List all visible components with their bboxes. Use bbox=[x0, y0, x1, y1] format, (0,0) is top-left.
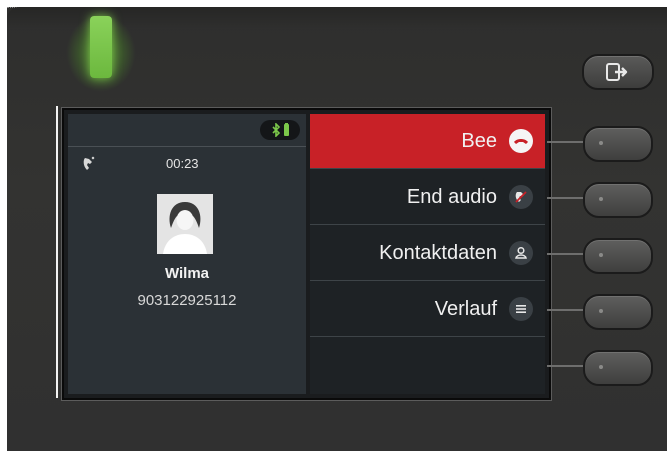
softkey-4[interactable] bbox=[583, 294, 653, 330]
caller-number: 903122925112 bbox=[137, 292, 237, 309]
bluetooth-icon bbox=[271, 123, 280, 137]
menu-item-bee[interactable]: Bee bbox=[310, 114, 545, 169]
menu-item-empty[interactable] bbox=[310, 338, 545, 393]
caller-name: Wilma bbox=[164, 265, 210, 282]
menu-item-label: Bee bbox=[461, 129, 497, 152]
softkey-dot bbox=[599, 141, 603, 145]
menu-item-label: Verlauf bbox=[434, 297, 497, 320]
softkey-2[interactable] bbox=[583, 182, 653, 218]
phone-display: 00:23 Wilma 903122925112 Bee End audio K… bbox=[62, 108, 551, 400]
battery-icon bbox=[283, 123, 289, 136]
softkey-5[interactable] bbox=[583, 350, 653, 386]
softkey-dot bbox=[599, 365, 603, 369]
status-bar bbox=[68, 114, 306, 147]
softkey-dot bbox=[599, 253, 603, 257]
softkey-connector bbox=[547, 141, 583, 143]
softkey-connector bbox=[547, 253, 583, 255]
end-audio-icon bbox=[509, 185, 533, 209]
softkey-dot bbox=[599, 197, 603, 201]
menu-item-verlauf[interactable]: Verlauf bbox=[310, 282, 545, 337]
softkey-connector bbox=[547, 365, 583, 367]
menu-item-label: End audio bbox=[406, 185, 497, 208]
display-left-edge bbox=[56, 106, 58, 398]
avatar bbox=[157, 194, 213, 254]
context-menu: Bee End audio Kontaktdaten Verlauf bbox=[310, 114, 545, 394]
softkey-3[interactable] bbox=[583, 238, 653, 274]
call-timer: 00:23 bbox=[166, 156, 199, 171]
softkey-dot bbox=[599, 309, 603, 313]
menu-item-label: Kontaktdaten bbox=[379, 241, 497, 264]
softkey-connector bbox=[547, 197, 583, 199]
call-panel: 00:23 Wilma 903122925112 bbox=[68, 114, 306, 394]
logout-button[interactable] bbox=[582, 54, 654, 90]
indicator-pill bbox=[260, 120, 300, 140]
contact-icon bbox=[509, 241, 533, 265]
logout-icon bbox=[606, 63, 628, 81]
softkey-1[interactable] bbox=[583, 126, 653, 162]
list-icon bbox=[509, 297, 533, 321]
menu-item-end-audio[interactable]: End audio bbox=[310, 170, 545, 225]
call-led-indicator bbox=[90, 16, 112, 78]
menu-item-kontaktdaten[interactable]: Kontaktdaten bbox=[310, 226, 545, 281]
softkey-connector bbox=[547, 309, 583, 311]
person-silhouette-icon bbox=[157, 194, 213, 254]
handset-icon bbox=[83, 156, 95, 170]
hang-up-icon bbox=[509, 129, 533, 153]
